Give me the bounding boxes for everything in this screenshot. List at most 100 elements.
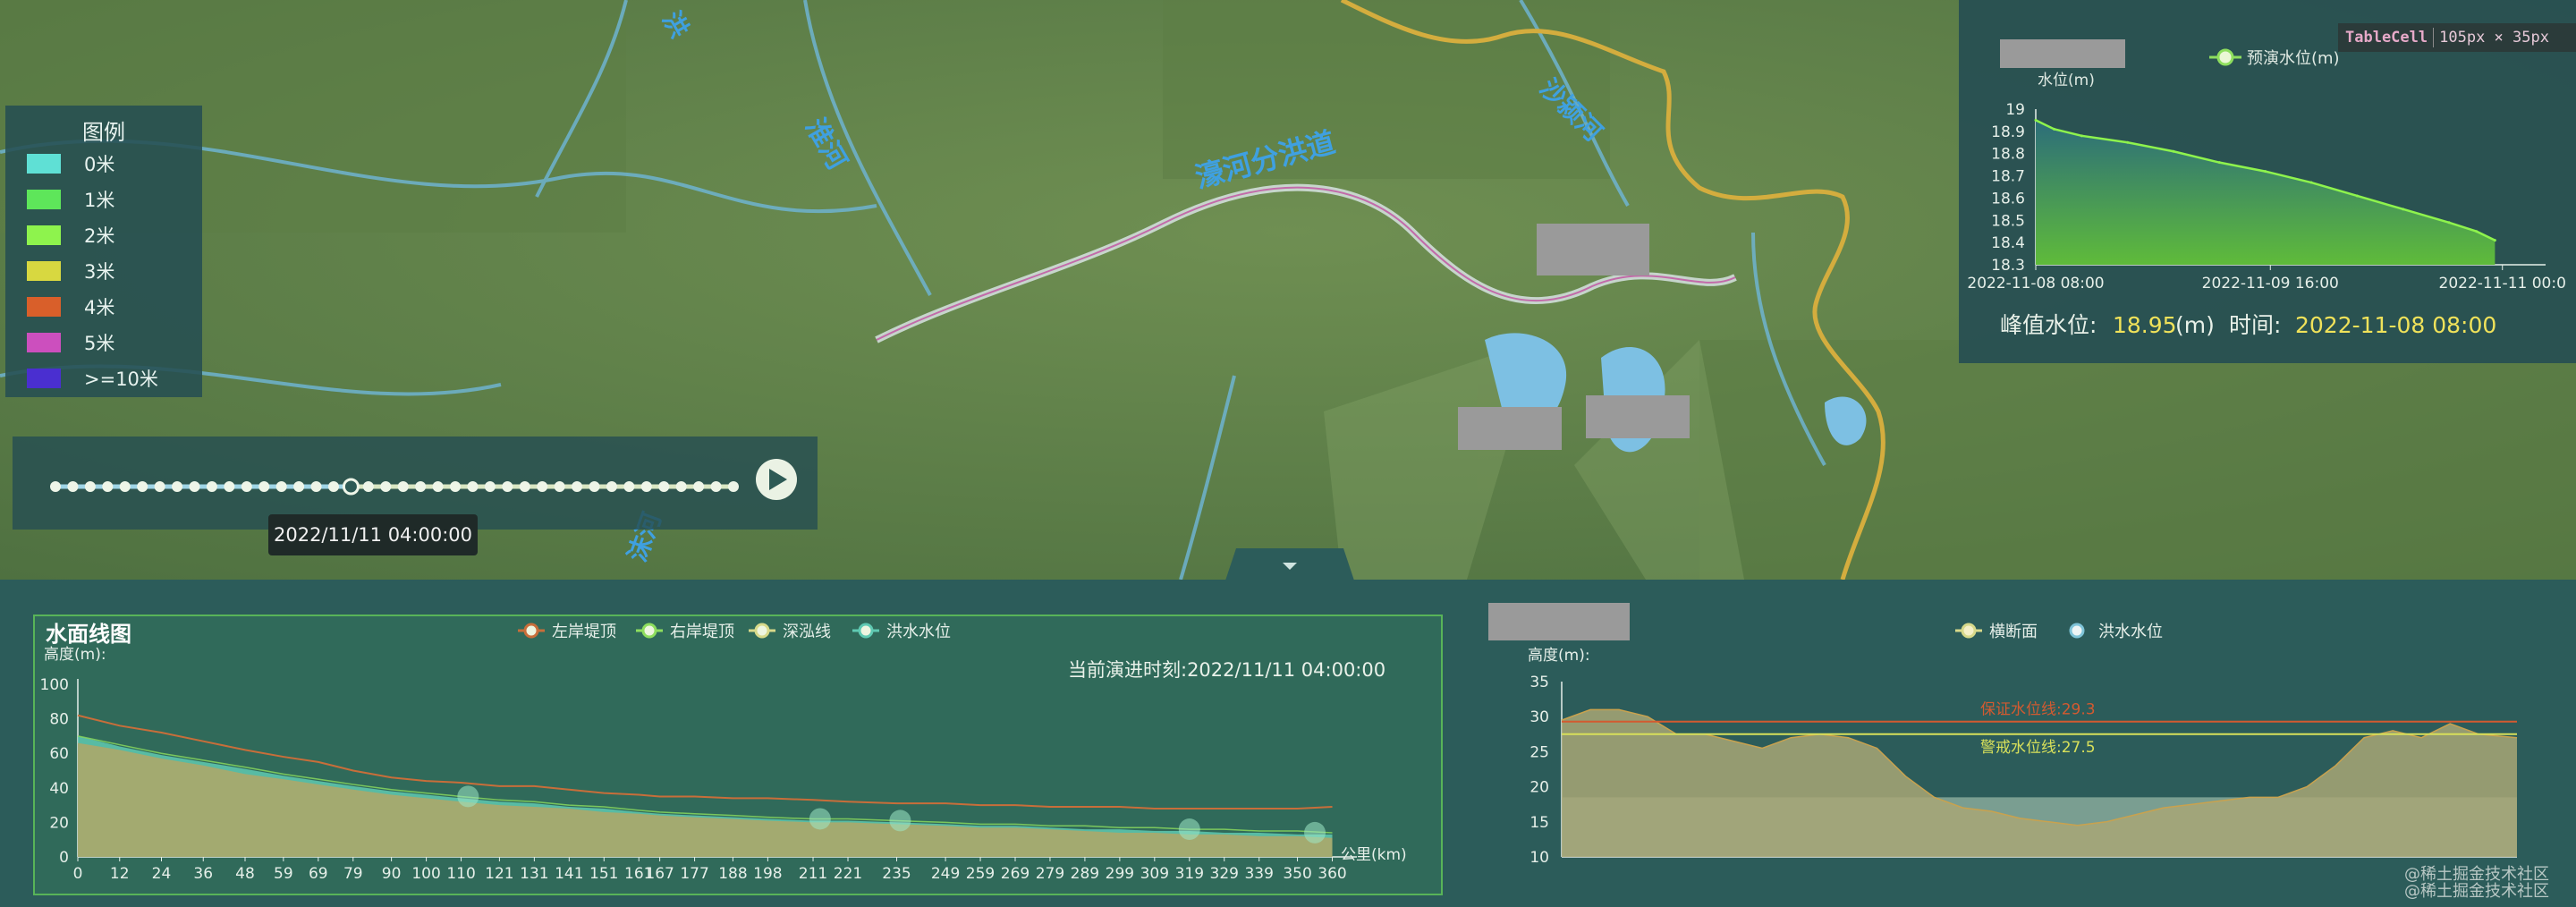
section-legend-label: 横断面: [1989, 623, 2038, 641]
peak-area: [2036, 120, 2496, 265]
legend-item: 5米: [27, 331, 114, 354]
timeline-step[interactable]: [554, 481, 565, 492]
peak-x-tick: 2022-11-08 08:00: [1967, 275, 2104, 292]
timeline-step[interactable]: [258, 481, 270, 492]
play-button[interactable]: [756, 459, 797, 500]
peak-value-label: 峰值水位:: [2000, 312, 2097, 338]
timeline-step[interactable]: [589, 481, 600, 492]
timeline-step[interactable]: [467, 481, 479, 492]
tablecell-size: 105px × 35px: [2439, 29, 2549, 47]
profile-y-tick: 100: [40, 676, 69, 694]
peak-y-tick: 18.5: [1991, 212, 2025, 230]
timeline-step[interactable]: [67, 481, 79, 492]
peak-legend-marker: [2216, 48, 2234, 66]
profile-x-tick: 90: [382, 865, 402, 883]
peak-point: [2402, 208, 2405, 211]
peak-point: [2053, 127, 2056, 131]
timeline-step[interactable]: [519, 481, 530, 492]
peak-time-value: 2022-11-08 08:00: [2295, 312, 2496, 338]
timeline-step[interactable]: [206, 481, 217, 492]
legend-swatch: [27, 333, 61, 352]
peak-point: [2264, 170, 2267, 174]
timeline-step[interactable]: [189, 481, 200, 492]
profile-x-tick: 269: [1001, 865, 1030, 883]
timeline-step[interactable]: [241, 481, 252, 492]
peak-y-title: 水位(m): [2038, 72, 2095, 89]
profile-x-tick: 36: [193, 865, 213, 883]
current-time-text: 当前演进时刻:2022/11/11 04:00:00: [1068, 659, 1385, 681]
timeline-step[interactable]: [693, 481, 705, 492]
timeline-step[interactable]: [50, 481, 61, 492]
timeline-step[interactable]: [606, 481, 617, 492]
section-y-tick: 20: [1530, 779, 1549, 797]
water-profile-svg: 水面线图 高度(m): 当前演进时刻:2022/11/11 04:00:00 左…: [40, 622, 1407, 883]
timeline-step[interactable]: [362, 481, 374, 492]
legend-swatch: [27, 297, 61, 317]
timeline-step[interactable]: [397, 481, 409, 492]
profile-legend-marker: [523, 623, 539, 639]
timeline-step[interactable]: [415, 481, 427, 492]
profile-y-tick: 40: [49, 780, 69, 798]
timeline-step[interactable]: [675, 481, 687, 492]
legend-item: 0米: [27, 152, 114, 175]
redacted-label: [1586, 395, 1690, 438]
profile-legend-label: 左岸堤顶: [552, 623, 616, 641]
profile-x-tick: 59: [274, 865, 293, 883]
timeline-step[interactable]: [310, 481, 322, 492]
tablecell-name: TableCell: [2345, 29, 2428, 47]
section-legend-marker: [2069, 623, 2085, 639]
peak-y-tick: 18.6: [1991, 190, 2025, 208]
profile-x-tick: 279: [1036, 865, 1064, 883]
timeline-step[interactable]: [327, 481, 339, 492]
timeline-step[interactable]: [380, 481, 392, 492]
legend-item: 3米: [27, 259, 114, 283]
peak-y-tick: 18.3: [1991, 257, 2025, 275]
timeline-step[interactable]: [137, 481, 148, 492]
timeline-step[interactable]: [484, 481, 496, 492]
timeline-step[interactable]: [658, 481, 670, 492]
timeline-step[interactable]: [119, 481, 131, 492]
peak-x-tick: 2022-11-09 16:00: [2202, 275, 2339, 292]
peak-point: [2172, 149, 2175, 153]
legend-swatch: [27, 261, 61, 281]
timeline-step[interactable]: [275, 481, 287, 492]
legend-swatch: [27, 369, 61, 388]
section-y-title: 高度(m):: [1528, 647, 1590, 665]
profile-x-tick: 79: [343, 865, 363, 883]
timeline-step[interactable]: [572, 481, 583, 492]
peak-legend-label: 预演水位(m): [2247, 49, 2340, 68]
timeline-step[interactable]: [502, 481, 513, 492]
section-legend-label: 洪水水位: [2098, 623, 2163, 641]
timeline-step[interactable]: [450, 481, 462, 492]
timeline-handle[interactable]: [342, 478, 360, 496]
timeline-step[interactable]: [728, 481, 739, 492]
timeline-step[interactable]: [224, 481, 235, 492]
profile-legend-marker: [641, 623, 657, 639]
redacted-title: [2000, 39, 2125, 68]
cross-section-svg: 高度(m): 横断面 洪水水位 10 15 20 25 30 35 保证水位线:29.3 警戒水…: [1528, 623, 2518, 867]
thalweg-area: [78, 742, 1333, 857]
timeline-step[interactable]: [172, 481, 183, 492]
peak-value-unit: (m): [2175, 312, 2215, 338]
timeline-step[interactable]: [154, 481, 165, 492]
peak-point: [2475, 230, 2479, 233]
panel-collapse-toggle[interactable]: [1225, 548, 1354, 581]
section-y-tick: 35: [1530, 674, 1549, 691]
cross-section-area: [1562, 709, 2517, 857]
peak-point: [2126, 140, 2130, 144]
timeline-step[interactable]: [102, 481, 114, 492]
profile-x-tick: 100: [411, 865, 440, 883]
timeline-step[interactable]: [537, 481, 548, 492]
profile-legend-label: 深泓线: [783, 623, 831, 641]
profile-x-tick: 350: [1283, 865, 1311, 883]
timeline-step[interactable]: [432, 481, 444, 492]
timeline-step[interactable]: [84, 481, 96, 492]
timeline-step[interactable]: [293, 481, 305, 492]
peak-point: [2309, 181, 2313, 184]
profile-x-tick: 235: [882, 865, 911, 883]
timeline-step[interactable]: [623, 481, 635, 492]
cross-section-chart: 高度(m): 横断面 洪水水位 10 15 20 25 30 35 保证水位线:29.3 警戒水…: [1487, 594, 2565, 898]
timeline-step[interactable]: [710, 481, 722, 492]
profile-legend-marker: [858, 623, 874, 639]
timeline-step[interactable]: [640, 481, 652, 492]
